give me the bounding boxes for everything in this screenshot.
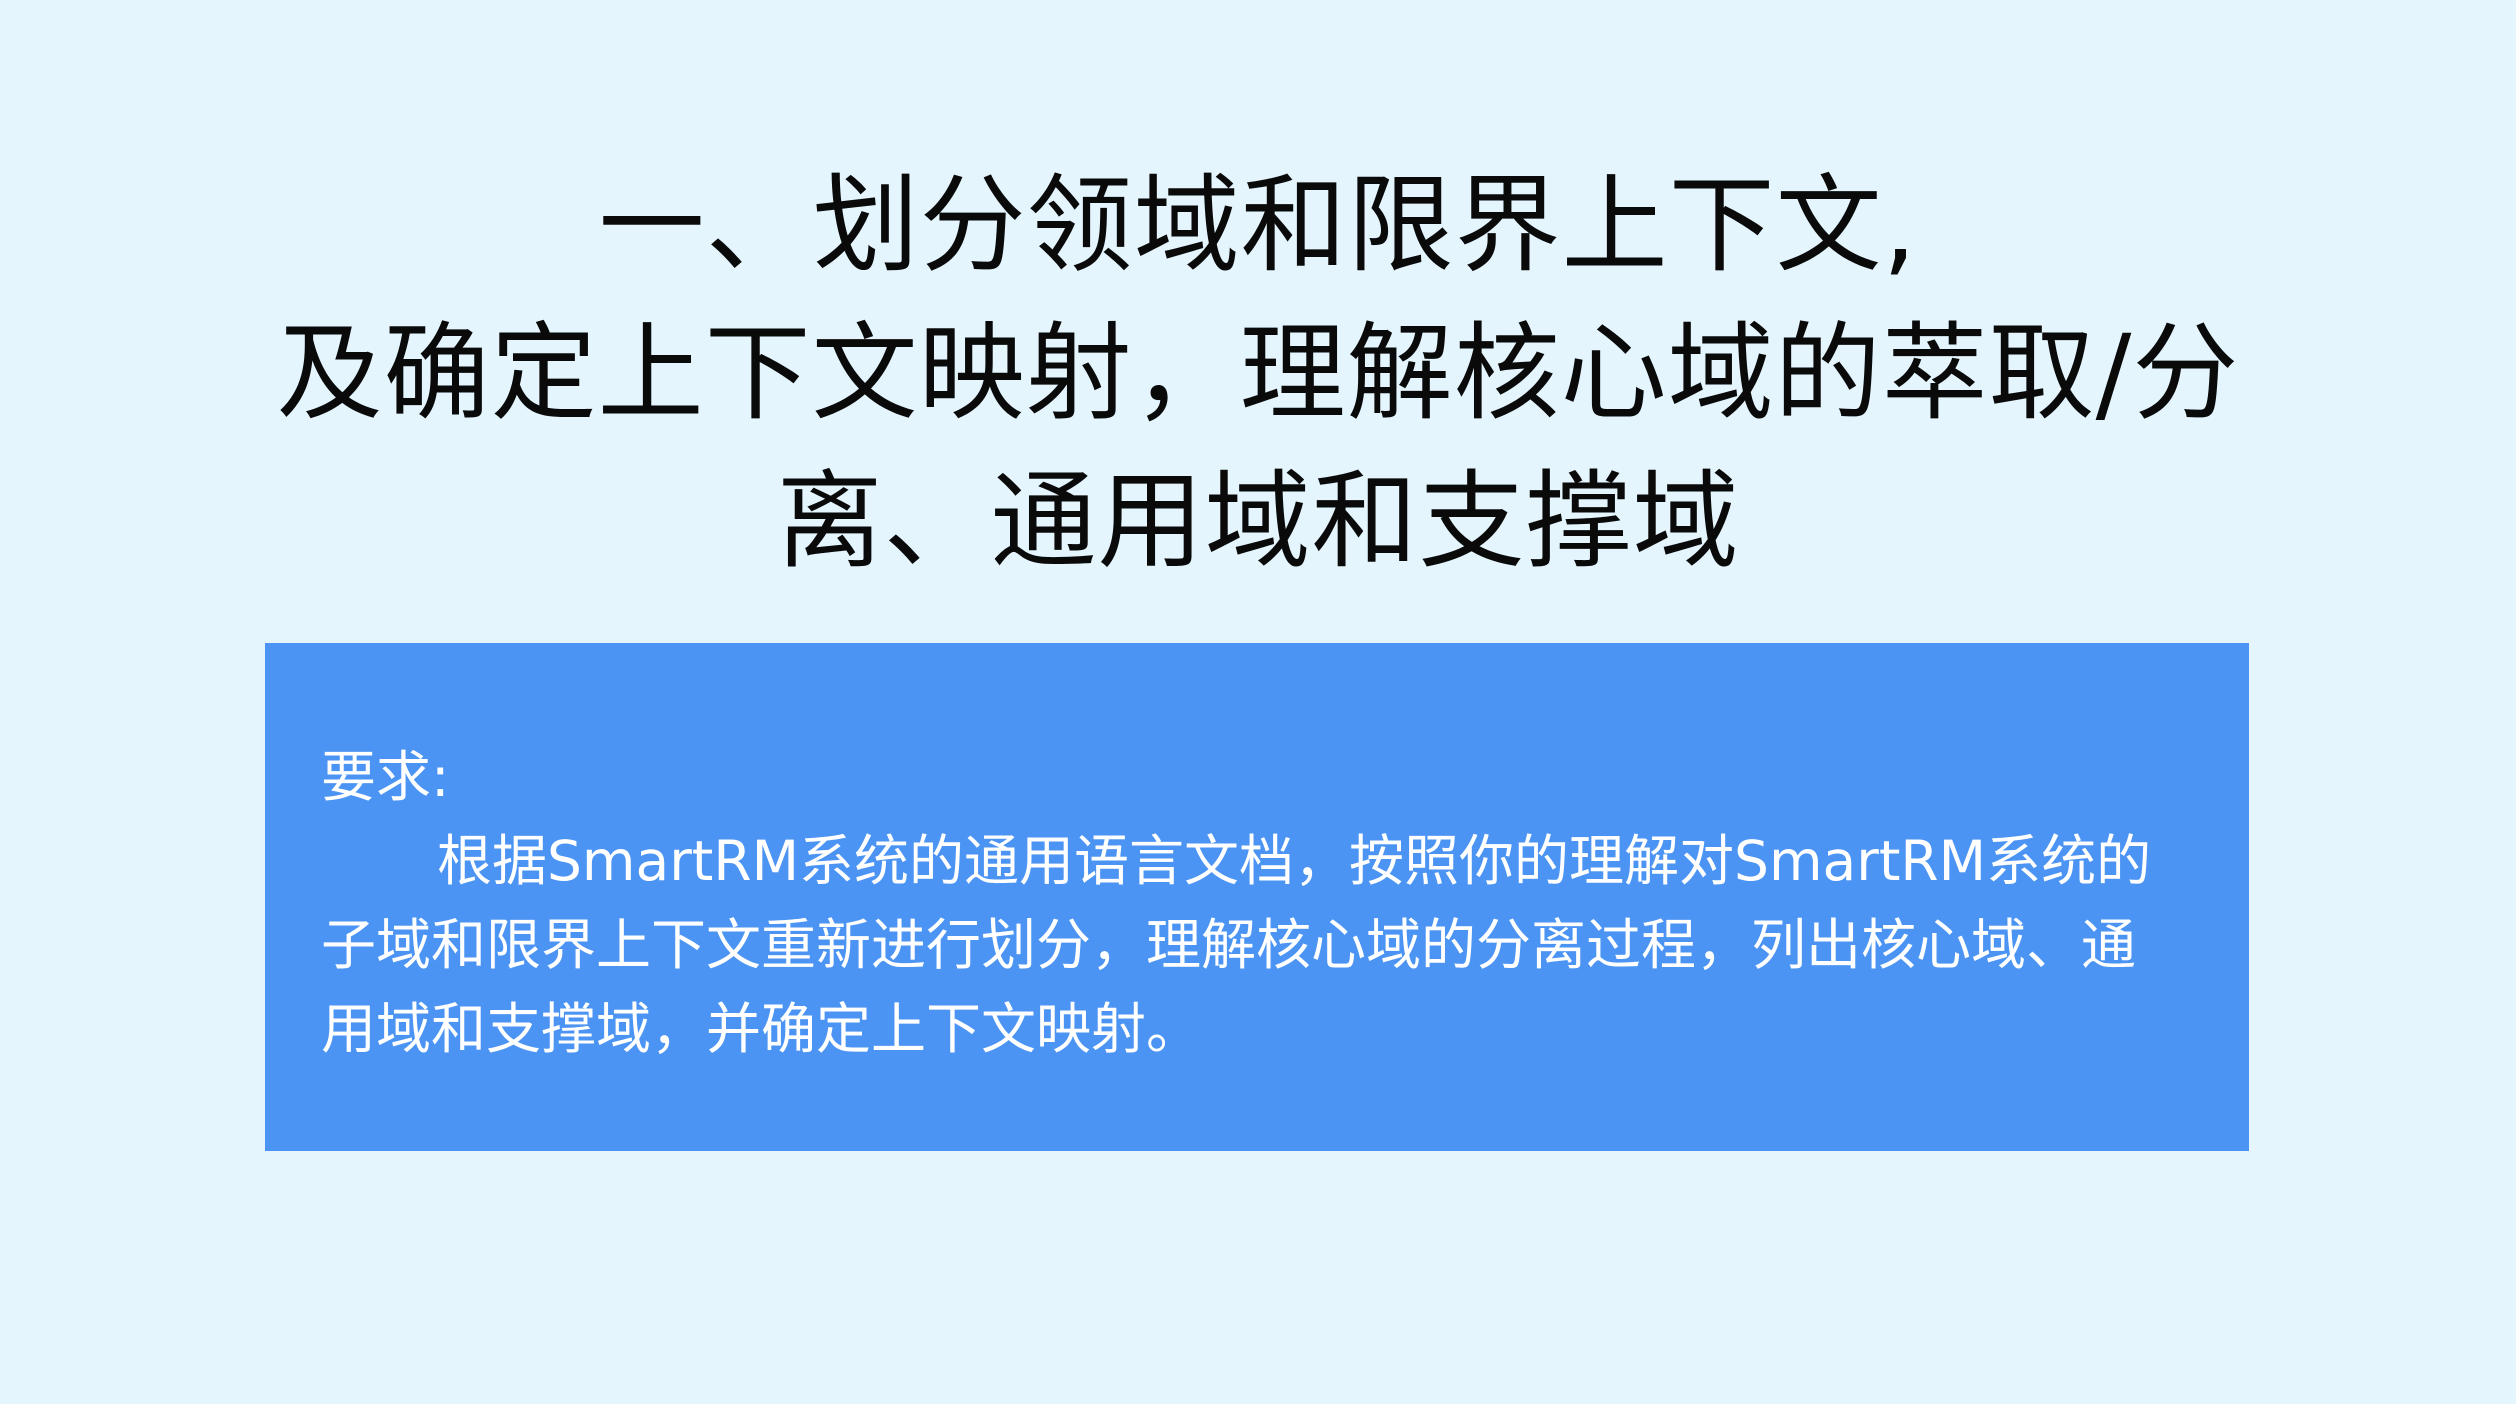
slide-title-line-2: 及确定上下文映射，理解核心域的萃取/分 xyxy=(276,312,2240,435)
requirement-panel: 要求: 根据SmartRM系统的通用语言文档，按照你的理解对SmartRM系统的… xyxy=(265,643,2249,1151)
requirement-heading: 要求: xyxy=(321,745,450,809)
slide-title-line-3: 离、通用域和支撑域 xyxy=(776,460,1740,583)
slide-title-line-1: 一、划分领域和限界上下文, xyxy=(598,164,1918,287)
requirement-body: 根据SmartRM系统的通用语言文档，按照你的理解对SmartRM系统的子域和限… xyxy=(321,829,2152,1061)
slide-title: 一、划分领域和限界上下文, 及确定上下文映射，理解核心域的萃取/分 离、通用域和… xyxy=(0,152,2516,596)
